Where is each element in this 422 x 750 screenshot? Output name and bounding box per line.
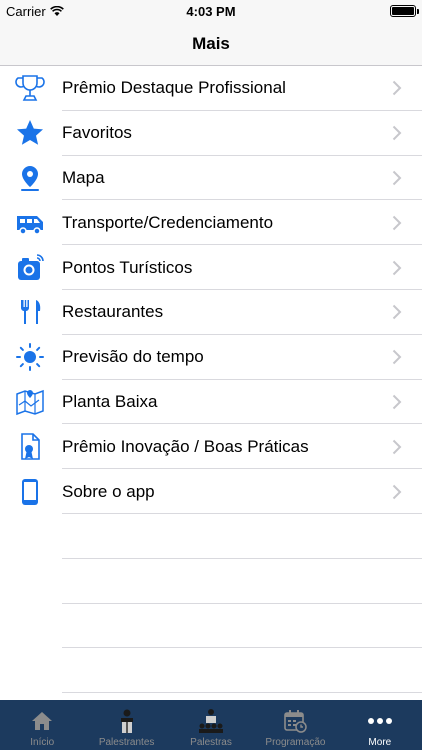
tab-label: Início xyxy=(30,737,55,748)
menu-item-restaurantes[interactable]: Restaurantes xyxy=(0,290,422,335)
chevron-right-icon xyxy=(392,439,402,454)
menu-item-label: Previsão do tempo xyxy=(62,347,204,367)
chevron-right-icon xyxy=(392,170,402,186)
floor-plan-icon xyxy=(14,386,46,418)
menu-item-mapa[interactable]: Mapa xyxy=(0,156,422,201)
award-document-icon xyxy=(14,431,46,463)
tab-inicio[interactable]: Início xyxy=(0,700,84,750)
bus-icon xyxy=(14,207,46,239)
trophy-icon xyxy=(14,72,46,104)
menu-item-sobre-app[interactable]: Sobre o app xyxy=(0,469,422,514)
menu-item-label: Sobre o app xyxy=(62,481,155,501)
more-menu-list: Prêmio Destaque Profissional Favoritos M… xyxy=(0,66,422,514)
menu-item-label: Transporte/Credenciamento xyxy=(62,212,274,232)
page-title: Mais xyxy=(192,33,230,53)
sun-icon xyxy=(14,341,46,373)
tab-palestras[interactable]: Palestras xyxy=(169,700,253,750)
tab-label: Palestras xyxy=(190,737,232,748)
chevron-right-icon xyxy=(392,349,402,365)
star-icon xyxy=(14,117,46,149)
menu-item-label: Restaurantes xyxy=(62,302,164,322)
tab-programacao[interactable]: Programação xyxy=(253,700,337,750)
chevron-right-icon xyxy=(392,215,402,230)
navigation-bar: Mais xyxy=(0,22,422,66)
chevron-right-icon xyxy=(392,484,402,499)
tab-bar: Início Palestrantes Palestras Programaçã… xyxy=(0,700,422,750)
menu-item-label: Favoritos xyxy=(62,123,132,143)
tab-more[interactable]: More xyxy=(338,700,422,750)
empty-row xyxy=(0,648,422,694)
map-pin-icon xyxy=(14,162,46,194)
more-dots-icon xyxy=(366,707,394,735)
empty-row xyxy=(0,559,422,604)
phone-icon xyxy=(14,476,46,508)
menu-item-planta-baixa[interactable]: Planta Baixa xyxy=(0,380,422,425)
calendar-icon xyxy=(281,707,309,735)
lecture-icon xyxy=(197,707,225,735)
menu-item-label: Prêmio Inovação / Boas Práticas xyxy=(62,436,309,456)
home-icon xyxy=(28,707,56,735)
tab-label: More xyxy=(368,737,392,748)
menu-item-favoritos[interactable]: Favoritos xyxy=(0,111,422,156)
empty-row xyxy=(0,514,422,559)
menu-item-label: Planta Baixa xyxy=(62,391,158,411)
menu-item-label: Prêmio Destaque Profissional xyxy=(62,78,286,98)
menu-item-premio-inovacao[interactable]: Prêmio Inovação / Boas Práticas xyxy=(0,424,422,470)
chevron-right-icon xyxy=(392,260,402,275)
menu-item-premio-destaque[interactable]: Prêmio Destaque Profissional xyxy=(0,66,422,111)
camera-icon xyxy=(14,252,46,284)
status-bar: Carrier 4:03 PM xyxy=(0,0,422,22)
menu-item-transporte[interactable]: Transporte/Credenciamento xyxy=(0,200,422,246)
menu-item-label: Mapa xyxy=(62,167,105,187)
tab-label: Programação xyxy=(265,737,326,748)
menu-item-label: Pontos Turísticos xyxy=(62,257,193,277)
tab-palestrantes[interactable]: Palestrantes xyxy=(84,700,168,750)
status-time: 4:03 PM xyxy=(186,4,236,19)
empty-row xyxy=(0,604,422,649)
chevron-right-icon xyxy=(392,81,402,96)
tab-label: Palestrantes xyxy=(98,737,155,748)
speaker-icon xyxy=(113,707,141,735)
chevron-right-icon xyxy=(392,125,402,141)
empty-table-rows xyxy=(0,514,422,694)
battery-icon xyxy=(390,5,419,17)
chevron-right-icon xyxy=(392,305,402,320)
menu-item-previsao-tempo[interactable]: Previsão do tempo xyxy=(0,335,422,380)
chevron-right-icon xyxy=(392,394,402,410)
menu-item-pontos-turisticos[interactable]: Pontos Turísticos xyxy=(0,245,422,290)
cutlery-icon xyxy=(14,296,46,328)
